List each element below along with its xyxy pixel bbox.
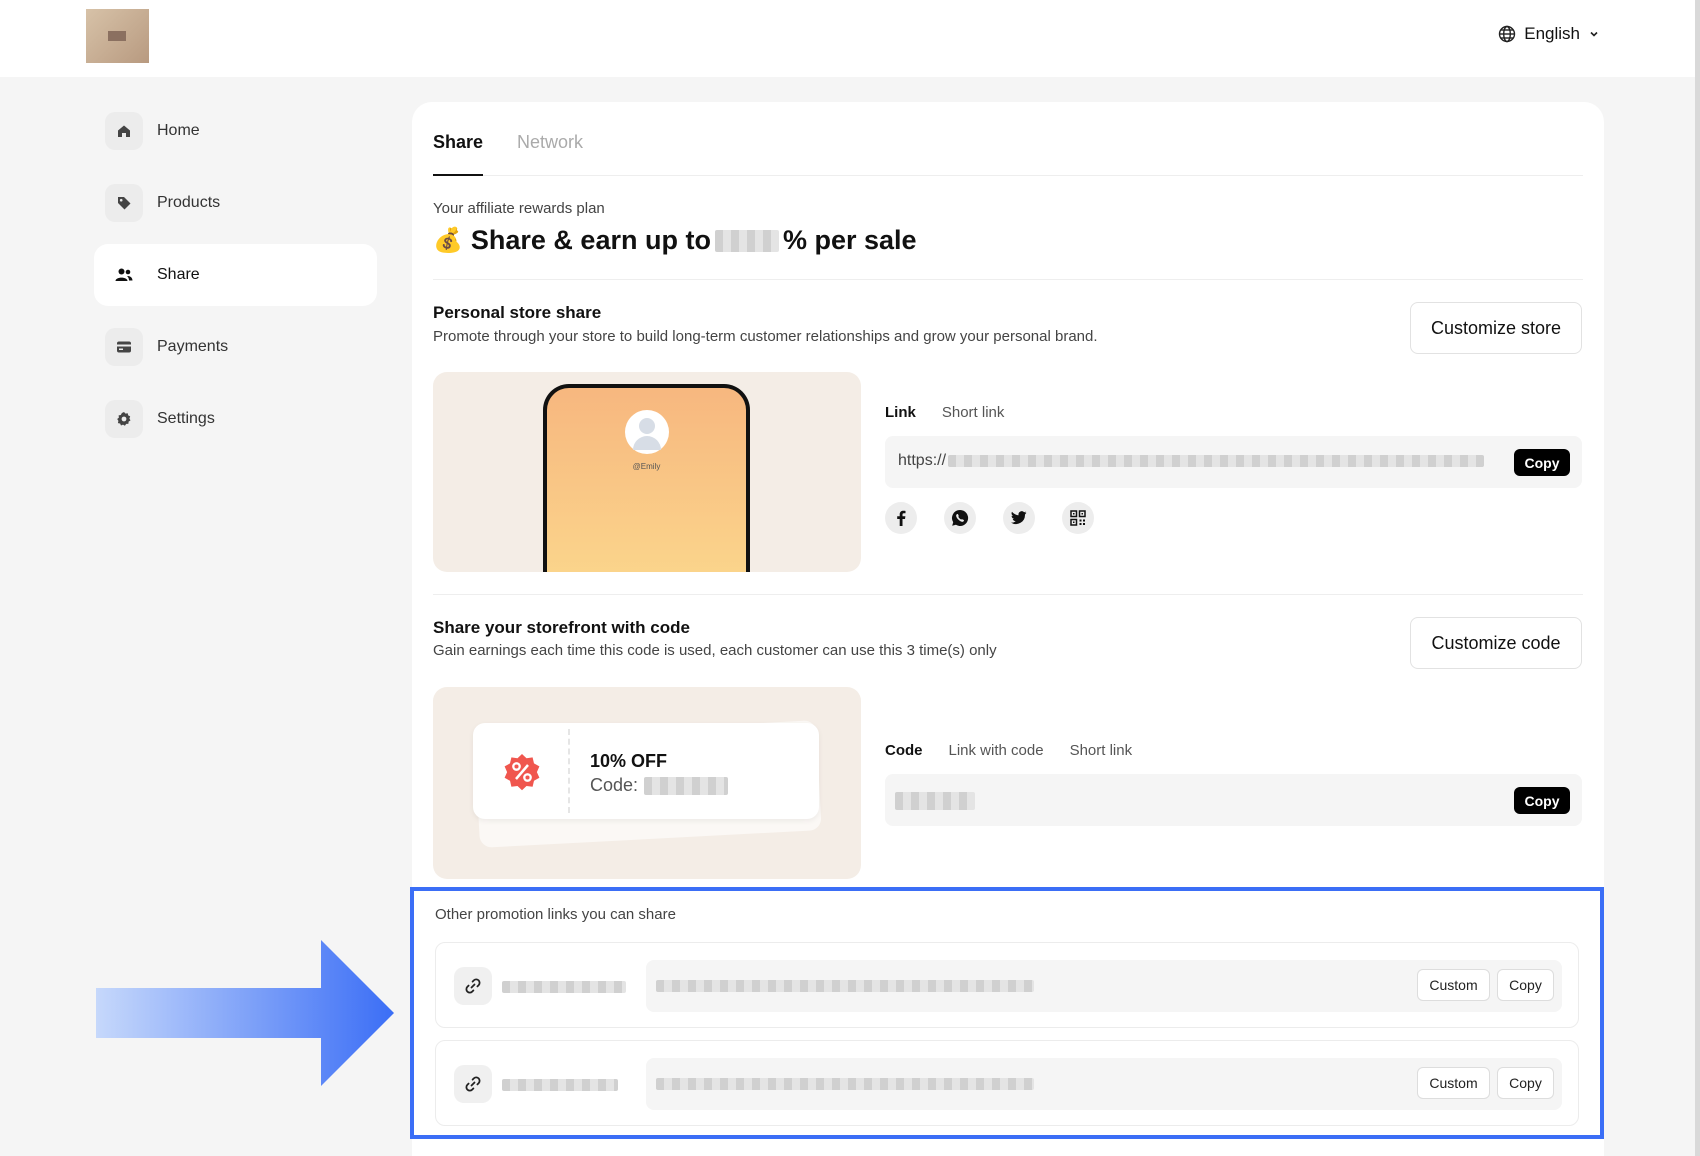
subtab-short-link[interactable]: Short link <box>942 404 1005 421</box>
card-icon <box>105 328 143 366</box>
customize-store-button[interactable]: Customize store <box>1410 302 1582 354</box>
personal-store-description: Promote through your store to build long… <box>433 328 1098 345</box>
qr-code-icon[interactable] <box>1062 502 1094 534</box>
redacted-url <box>948 455 1485 467</box>
phone-mockup: @Emily <box>543 384 750 572</box>
store-preview: @Emily <box>433 372 861 572</box>
link-subtabs: Link Short link <box>885 404 1004 421</box>
promotion-link-row: Custom Copy <box>435 942 1579 1028</box>
avatar <box>625 410 669 454</box>
language-selector[interactable]: English <box>1498 24 1600 44</box>
discount-badge-icon <box>501 751 543 798</box>
subtab-code[interactable]: Code <box>885 742 923 759</box>
plan-title-suffix: % per sale <box>782 225 917 255</box>
code-field[interactable]: Copy <box>885 774 1582 826</box>
promotion-links-label: Other promotion links you can share <box>435 906 676 923</box>
sidebar-item-label: Share <box>157 266 200 283</box>
language-label: English <box>1524 24 1580 43</box>
preview-username: @Emily <box>632 462 661 471</box>
store-link-field[interactable]: https:// Copy <box>885 436 1582 488</box>
divider <box>433 279 1583 280</box>
coupon-separator <box>568 729 570 813</box>
sidebar-item-settings[interactable]: Settings <box>94 388 377 450</box>
money-bag-icon: 💰 <box>433 227 463 254</box>
redacted-code-value <box>895 792 975 810</box>
plan-label: Your affiliate rewards plan <box>433 200 605 217</box>
copy-store-link-button[interactable]: Copy <box>1514 449 1570 476</box>
gear-icon <box>105 400 143 438</box>
social-share-buttons <box>885 502 1094 534</box>
divider <box>433 594 1583 595</box>
sidebar-item-label: Payments <box>157 338 229 355</box>
redacted-link-url <box>656 1078 1034 1090</box>
coupon-code: Code: <box>590 775 729 796</box>
sidebar: Home Products Share Payments Settings <box>94 100 377 460</box>
plan-title: 💰 Share & earn up to % per sale <box>433 225 917 256</box>
promotion-link-row: Custom Copy <box>435 1040 1579 1126</box>
storefront-code-title: Share your storefront with code <box>433 618 690 637</box>
brand-logo[interactable] <box>86 9 149 63</box>
sidebar-item-share[interactable]: Share <box>94 244 377 306</box>
redacted-code <box>644 776 729 795</box>
link-icon <box>454 1065 492 1103</box>
facebook-icon[interactable] <box>885 502 917 534</box>
promotion-link-field[interactable]: Custom Copy <box>646 1058 1562 1110</box>
tab-bar: Share Network <box>433 102 1583 176</box>
redacted-link-name <box>502 1079 618 1091</box>
store-link-prefix: https:// <box>898 452 947 469</box>
copy-link-button[interactable]: Copy <box>1497 969 1554 1001</box>
coupon-discount: 10% OFF <box>590 751 668 771</box>
other-promotion-links: Other promotion links you can share Cust… <box>410 887 1604 1139</box>
sidebar-item-products[interactable]: Products <box>94 172 377 234</box>
custom-link-button[interactable]: Custom <box>1417 1067 1490 1099</box>
sidebar-item-payments[interactable]: Payments <box>94 316 377 378</box>
active-tab-indicator <box>433 174 483 176</box>
customize-code-button[interactable]: Customize code <box>1410 617 1582 669</box>
whatsapp-icon[interactable] <box>944 502 976 534</box>
sidebar-item-label: Settings <box>157 410 215 427</box>
personal-store-title: Personal store share <box>433 303 602 322</box>
promotion-link-field[interactable]: Custom Copy <box>646 960 1562 1012</box>
users-icon <box>105 256 143 294</box>
tab-share[interactable]: Share <box>433 132 483 153</box>
twitter-icon[interactable] <box>1003 502 1035 534</box>
code-subtabs: Code Link with code Short link <box>885 742 1132 759</box>
tab-network[interactable]: Network <box>517 132 583 153</box>
home-icon <box>105 112 143 150</box>
highlight-arrow <box>96 940 394 1086</box>
coupon-code-label: Code: <box>590 775 639 795</box>
storefront-code-description: Gain earnings each time this code is use… <box>433 642 997 659</box>
link-icon <box>454 967 492 1005</box>
chevron-down-icon <box>1588 28 1600 40</box>
copy-link-button[interactable]: Copy <box>1497 1067 1554 1099</box>
redacted-link-url <box>656 980 1034 992</box>
subtab-link-with-code[interactable]: Link with code <box>949 742 1044 759</box>
redacted-link-name <box>502 981 626 993</box>
custom-link-button[interactable]: Custom <box>1417 969 1490 1001</box>
coupon-card: 10% OFF Code: <box>473 723 819 819</box>
sidebar-item-label: Home <box>157 122 200 139</box>
window-edge <box>1695 0 1700 1156</box>
redacted-rate <box>714 229 779 252</box>
copy-code-button[interactable]: Copy <box>1514 787 1570 814</box>
store-link-value: https:// <box>898 452 1485 470</box>
top-bar: English <box>0 0 1700 77</box>
subtab-short-link[interactable]: Short link <box>1070 742 1133 759</box>
subtab-link[interactable]: Link <box>885 404 916 421</box>
plan-title-prefix: Share & earn up to <box>470 225 711 255</box>
sidebar-item-label: Products <box>157 194 221 211</box>
sidebar-item-home[interactable]: Home <box>94 100 377 162</box>
tag-icon <box>105 184 143 222</box>
globe-icon <box>1498 25 1516 43</box>
coupon-preview: 10% OFF Code: <box>433 687 861 879</box>
